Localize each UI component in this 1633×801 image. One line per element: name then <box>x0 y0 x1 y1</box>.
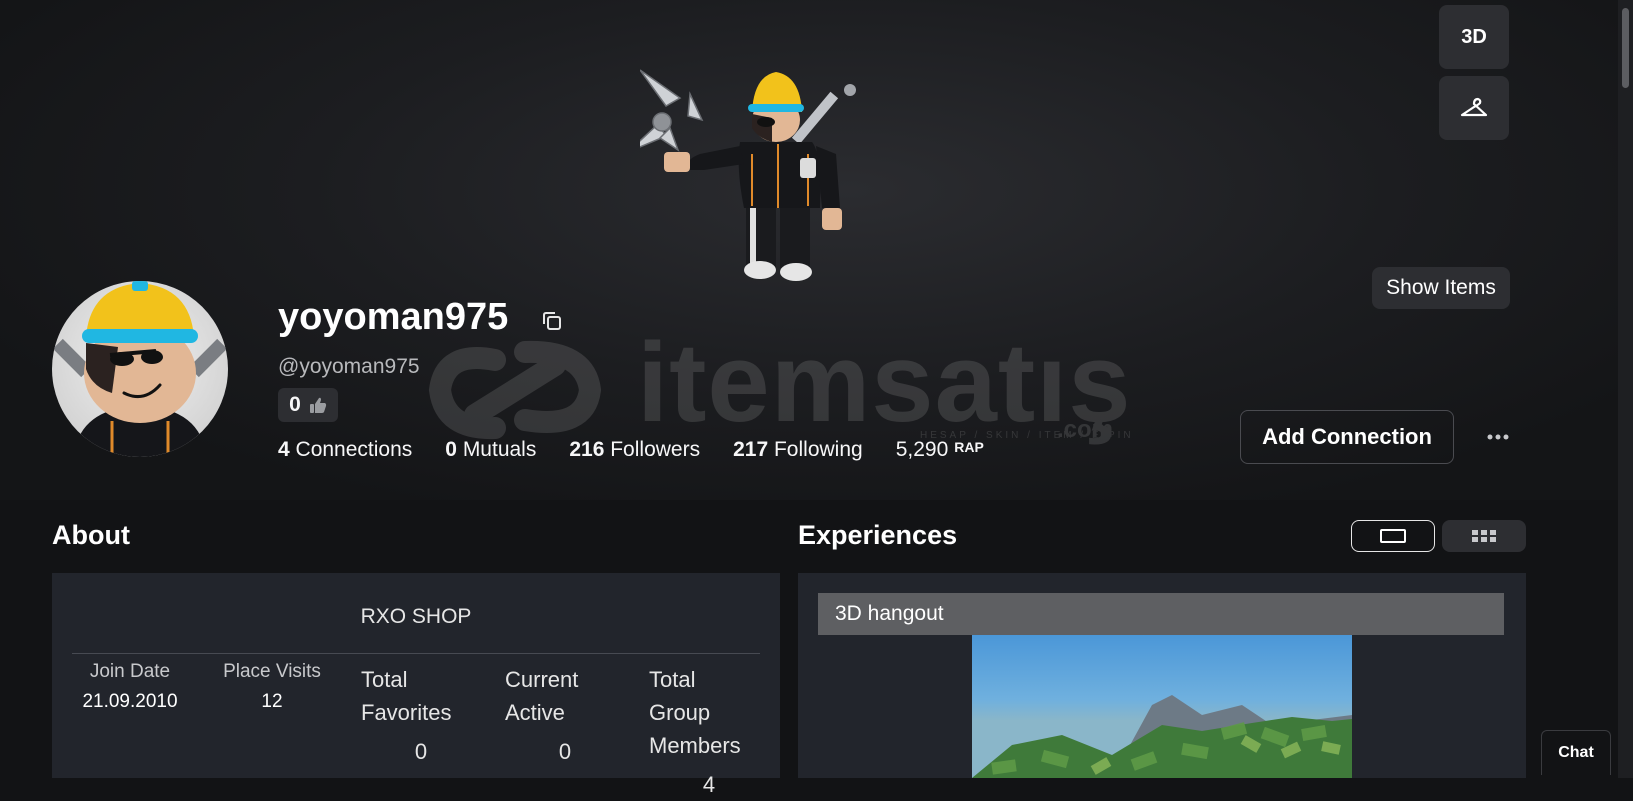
current-active-value: 0 <box>558 739 572 764</box>
edit-avatar-button[interactable] <box>1439 76 1509 140</box>
carousel-view-toggle[interactable] <box>1351 520 1435 552</box>
current-active-stat: Current Active 0 <box>505 663 625 768</box>
profile-display-name: yoyoman975 <box>278 296 509 338</box>
copy-icon[interactable] <box>540 309 564 333</box>
experience-title[interactable]: 3D hangout <box>818 593 1504 635</box>
about-heading: About <box>52 520 130 550</box>
place-visits-value: 12 <box>261 691 283 712</box>
profile-stats: 4 Connections 0 Mutuals 216 Followers 21… <box>278 438 1017 462</box>
hanger-icon <box>1460 97 1488 117</box>
grid-view-toggle[interactable] <box>1442 520 1526 552</box>
3d-toggle-button[interactable]: 3D <box>1439 5 1509 69</box>
group-members-value: 4 <box>702 772 716 797</box>
sword-accessory <box>791 84 856 145</box>
scrollbar-thumb[interactable] <box>1622 8 1629 88</box>
likes-counter[interactable]: 0 <box>278 388 338 422</box>
about-divider <box>72 653 760 654</box>
experiences-panel: 3D hangout <box>798 573 1526 778</box>
total-favorites-value: 0 <box>414 739 428 764</box>
page-scrollbar[interactable] <box>1618 0 1633 778</box>
avatar-3d-render[interactable] <box>640 58 880 288</box>
add-connection-button[interactable]: Add Connection <box>1240 410 1454 464</box>
shuriken-accessory <box>640 69 704 152</box>
experiences-heading: Experiences <box>798 520 958 550</box>
following-stat[interactable]: 217 Following <box>733 438 863 462</box>
place-visits-label: Place Visits <box>223 661 321 682</box>
group-members-stat: Total Group Members 4 <box>649 663 769 801</box>
total-favorites-stat: Total Favorites 0 <box>361 663 481 768</box>
mutuals-stat[interactable]: 0 Mutuals <box>445 438 536 462</box>
join-date-stat: Join Date 21.09.2010 <box>72 661 188 713</box>
place-visits-stat: Place Visits 12 <box>214 661 330 713</box>
join-date-value: 21.09.2010 <box>82 691 178 712</box>
thumbs-up-icon <box>309 397 326 413</box>
about-panel: RXO SHOP Join Date 21.09.2010 Place Visi… <box>52 573 780 797</box>
avatar <box>52 281 228 457</box>
experience-thumbnail-scene <box>972 695 1352 778</box>
more-options-icon[interactable] <box>1485 424 1511 450</box>
chat-button[interactable]: Chat <box>1541 730 1611 775</box>
rap-stat: 5,290 RAP <box>895 438 984 461</box>
likes-count: 0 <box>289 393 301 416</box>
show-items-button[interactable]: Show Items <box>1372 267 1510 309</box>
about-description: RXO SHOP <box>360 605 472 628</box>
avatar-headshot <box>52 281 228 457</box>
join-date-label: Join Date <box>89 661 171 682</box>
grid-view-icon <box>1472 530 1496 542</box>
experience-thumbnail[interactable] <box>972 635 1352 778</box>
connections-stat[interactable]: 4 Connections <box>278 438 412 462</box>
profile-handle: @yoyoman975 <box>278 355 420 378</box>
followers-stat[interactable]: 216 Followers <box>569 438 700 462</box>
carousel-view-icon <box>1380 529 1406 543</box>
